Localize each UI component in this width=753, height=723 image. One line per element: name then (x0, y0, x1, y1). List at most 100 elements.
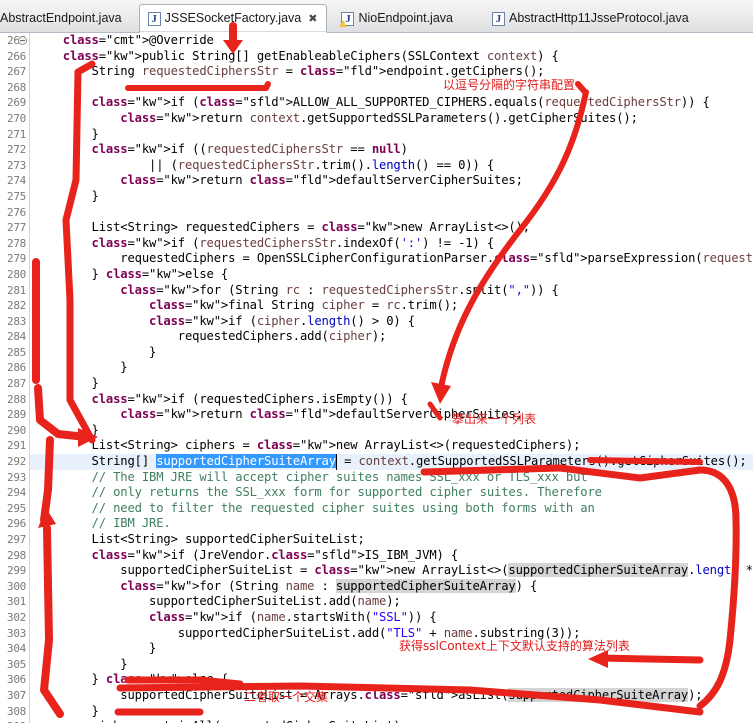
code-line[interactable]: ciphers.retainAll(supportedCipherSuiteLi… (30, 719, 753, 723)
code-line[interactable]: } (30, 423, 753, 439)
line-number: 268 (7, 80, 26, 94)
line-number: 300 (7, 579, 26, 593)
line-number: 306 (7, 673, 26, 687)
line-number: 301 (7, 595, 26, 609)
line-number: 278 (7, 236, 26, 250)
line-number: 292 (7, 455, 26, 469)
line-number: 269 (7, 96, 26, 110)
line-number: 290 (7, 423, 26, 437)
tab-abstractendpoint-java[interactable]: AbstractEndpoint.java (0, 5, 131, 32)
eclipse-editor-window: AbstractEndpoint.java JSSESocketFactory.… (0, 0, 753, 723)
java-file-icon (147, 11, 161, 26)
line-number: 291 (7, 439, 26, 453)
tab-jssesocketfactory-java[interactable]: JSSESocketFactory.java ✖ (138, 4, 328, 33)
code-line[interactable]: class="kw">if (class="sfld">ALLOW_ALL_SU… (30, 95, 753, 111)
code-line[interactable]: class="kw">if (requestedCiphersStr.index… (30, 236, 753, 252)
line-number: 296 (7, 517, 26, 531)
code-line[interactable]: } class="kw">else { (30, 267, 753, 283)
selected-identifier: supportedCipherSuiteArray (156, 454, 336, 469)
code-line[interactable]: } (30, 360, 753, 376)
code-line[interactable]: class="kw">return class="fld">defaultSer… (30, 173, 753, 189)
line-number: 309 (0, 719, 29, 723)
source-code-area[interactable]: class="cmt">@Override class="kw">public … (30, 33, 753, 723)
line-number: 297 (7, 533, 26, 546)
code-line[interactable]: class="cmt">@Override (30, 33, 753, 49)
line-number: 285 (7, 345, 26, 359)
code-line[interactable]: String requestedCiphersStr = class="fld"… (30, 64, 753, 80)
code-line[interactable]: class="kw">for (String rc : requestedCip… (30, 283, 753, 299)
code-line[interactable]: // need to filter the requested cipher s… (30, 501, 753, 517)
line-number: 298 (7, 548, 26, 562)
line-number: 267 (7, 65, 26, 79)
line-number: 266 (7, 49, 26, 63)
code-line[interactable] (30, 80, 753, 96)
code-line[interactable]: List<String> ciphers = class="kw">new Ar… (30, 438, 753, 454)
code-line[interactable]: // IBM JRE. (30, 516, 753, 532)
line-number-gutter: 265 266 267 268 269 270 271 272 273 274 275 276 277 2… (0, 33, 30, 723)
code-line[interactable]: class="kw">if ((requestedCiphersStr == n… (30, 142, 753, 158)
code-line[interactable]: } (30, 127, 753, 143)
code-line[interactable]: supportedCipherSuiteList.add(name); (30, 594, 753, 610)
code-line[interactable]: String[] supportedCipherSuiteArray = con… (30, 454, 753, 470)
code-line[interactable]: } (30, 704, 753, 720)
code-line[interactable]: class="kw">if (JreVendor.class="sfld">IS… (30, 548, 753, 564)
code-line[interactable]: supportedCipherSuiteList = class="kw">ne… (30, 563, 753, 579)
tab-label: JSSESocketFactory.java (164, 11, 302, 26)
code-line[interactable]: class="kw">if (name.startsWith("SSL")) { (30, 610, 753, 626)
tab-nioendpoint-java[interactable]: NioEndpoint.java (333, 5, 462, 32)
code-line[interactable]: } (30, 376, 753, 392)
code-line[interactable]: // only returns the SSL_xxx form for sup… (30, 485, 753, 501)
java-file-icon (491, 11, 505, 26)
code-line[interactable]: } (30, 641, 753, 657)
fold-collapse-icon[interactable] (18, 36, 27, 45)
code-line[interactable]: class="kw">return context.getSupportedSS… (30, 111, 753, 127)
code-line[interactable]: class="kw">if (cipher.length() > 0) { (30, 314, 753, 330)
line-number: 302 (7, 610, 26, 624)
code-line[interactable]: class="kw">final String cipher = rc.trim… (30, 298, 753, 314)
code-line[interactable]: supportedCipherSuiteList.add("TLS" + nam… (30, 626, 753, 642)
line-number: 274 (7, 174, 26, 188)
line-number: 294 (7, 486, 26, 500)
line-number: 295 (7, 501, 26, 515)
line-number: 271 (7, 127, 26, 141)
line-number: 270 (7, 111, 26, 125)
line-number: 303 (7, 626, 26, 640)
source-editor[interactable]: 265 266 267 268 269 270 271 272 273 274 275 276 277 2… (0, 33, 753, 723)
code-line[interactable]: List<String> requestedCiphers = class="k… (30, 220, 753, 236)
occurrence-highlight: supportedCipherSuiteArray (508, 687, 689, 702)
line-number: 272 (7, 143, 26, 157)
occurrence-highlight: supportedCipherSuiteArray (508, 563, 689, 578)
line-number: 288 (7, 392, 26, 406)
code-line[interactable] (30, 205, 753, 221)
line-number: 282 (7, 299, 26, 313)
code-line[interactable]: List<String> supportedCipherSuiteList; (30, 532, 753, 548)
code-line[interactable]: } class="kw">else { (30, 672, 753, 688)
close-icon[interactable]: ✖ (308, 12, 317, 25)
tab-abstracthttp11jsseprotocol-java[interactable]: AbstractHttp11JsseProtocol.java (484, 5, 698, 32)
code-line[interactable]: requestedCiphers = OpenSSLCipherConfigur… (30, 251, 753, 267)
line-number: 284 (7, 330, 26, 344)
line-number: 289 (7, 408, 26, 422)
code-line[interactable]: class="kw">for (String name : supportedC… (30, 578, 753, 595)
code-line[interactable]: } (30, 189, 753, 205)
line-number: 287 (7, 377, 26, 391)
line-number: 283 (7, 314, 26, 328)
code-line[interactable]: || (requestedCiphersStr.trim().length() … (30, 158, 753, 174)
code-line[interactable]: // The IBM JRE will accept cipher suites… (30, 470, 753, 486)
line-number: 280 (7, 267, 26, 281)
line-number: 275 (7, 189, 26, 203)
tab-label: AbstractHttp11JsseProtocol.java (508, 11, 689, 26)
tab-label: NioEndpoint.java (358, 11, 453, 26)
line-number: 305 (7, 657, 26, 671)
code-line[interactable]: class="kw">return class="fld">defaultSer… (30, 407, 753, 423)
code-line[interactable]: class="kw">if (requestedCiphers.isEmpty(… (30, 392, 753, 408)
code-line[interactable]: } (30, 657, 753, 673)
code-line[interactable]: class="kw">public String[] getEnableable… (30, 49, 753, 65)
code-line[interactable]: requestedCiphers.add(cipher); (30, 329, 753, 345)
tab-label: AbstractEndpoint.java (0, 11, 122, 26)
occurrence-highlight: supportedCipherSuiteArray (335, 578, 516, 593)
code-line[interactable]: supportedCipherSuiteList = Arrays.class=… (30, 687, 753, 704)
line-number: 277 (7, 221, 26, 235)
line-number: 273 (7, 158, 26, 172)
code-line[interactable]: } (30, 345, 753, 361)
